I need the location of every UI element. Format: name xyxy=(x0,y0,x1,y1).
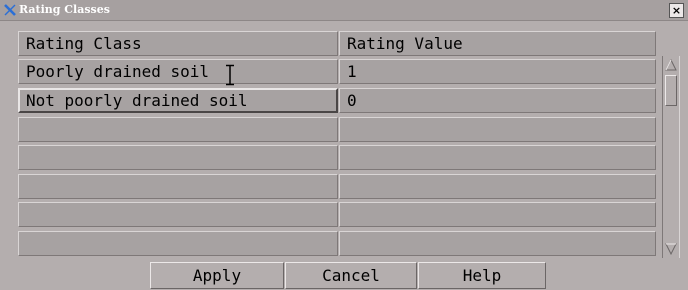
table-row xyxy=(18,117,656,145)
help-button[interactable]: Help xyxy=(418,262,546,289)
column-header-rating-value: Rating Value xyxy=(339,31,656,56)
rating-table: Rating Class Rating Value Poorly drained… xyxy=(18,31,656,257)
scroll-down-arrow-icon[interactable] xyxy=(665,243,677,255)
apply-button[interactable]: Apply xyxy=(150,262,284,289)
table-row xyxy=(18,174,656,202)
close-icon: × xyxy=(671,4,682,17)
rating-value-cell[interactable] xyxy=(339,231,656,256)
table-header-row: Rating Class Rating Value xyxy=(18,31,656,59)
table-row: Poorly drained soil 1 xyxy=(18,59,656,87)
title-bar[interactable]: Rating Classes × xyxy=(0,0,688,21)
rating-value-cell[interactable] xyxy=(339,202,656,227)
rating-class-cell[interactable] xyxy=(18,231,338,256)
table-row: Not poorly drained soil 0 xyxy=(18,88,656,116)
rating-class-cell[interactable] xyxy=(18,117,338,142)
rating-value-cell[interactable] xyxy=(339,174,656,199)
rating-classes-window: Rating Classes × Rating Class Rating Val… xyxy=(0,0,688,290)
column-header-rating-class: Rating Class xyxy=(18,31,338,56)
rating-class-cell[interactable] xyxy=(18,174,338,199)
table-row xyxy=(18,231,656,259)
rating-class-cell[interactable] xyxy=(18,202,338,227)
rating-class-cell[interactable] xyxy=(18,145,338,170)
rating-value-cell[interactable] xyxy=(339,117,656,142)
text-cursor-icon xyxy=(226,64,234,86)
table-row xyxy=(18,145,656,173)
window-title: Rating Classes xyxy=(19,3,110,16)
rating-value-cell[interactable]: 0 xyxy=(339,88,656,113)
scroll-up-arrow-icon[interactable] xyxy=(665,59,677,71)
scroll-thumb[interactable] xyxy=(665,75,677,106)
table-row xyxy=(18,202,656,230)
x-window-icon xyxy=(4,4,16,16)
rating-class-cell[interactable]: Poorly drained soil xyxy=(18,59,338,84)
vertical-scrollbar[interactable] xyxy=(662,56,680,258)
rating-value-cell[interactable] xyxy=(339,145,656,170)
rating-class-cell-editing[interactable]: Not poorly drained soil xyxy=(18,88,338,113)
rating-value-cell[interactable]: 1 xyxy=(339,59,656,84)
close-button[interactable]: × xyxy=(669,3,684,18)
dialog-button-bar: Apply Cancel Help xyxy=(0,260,688,290)
cancel-button[interactable]: Cancel xyxy=(285,262,417,289)
